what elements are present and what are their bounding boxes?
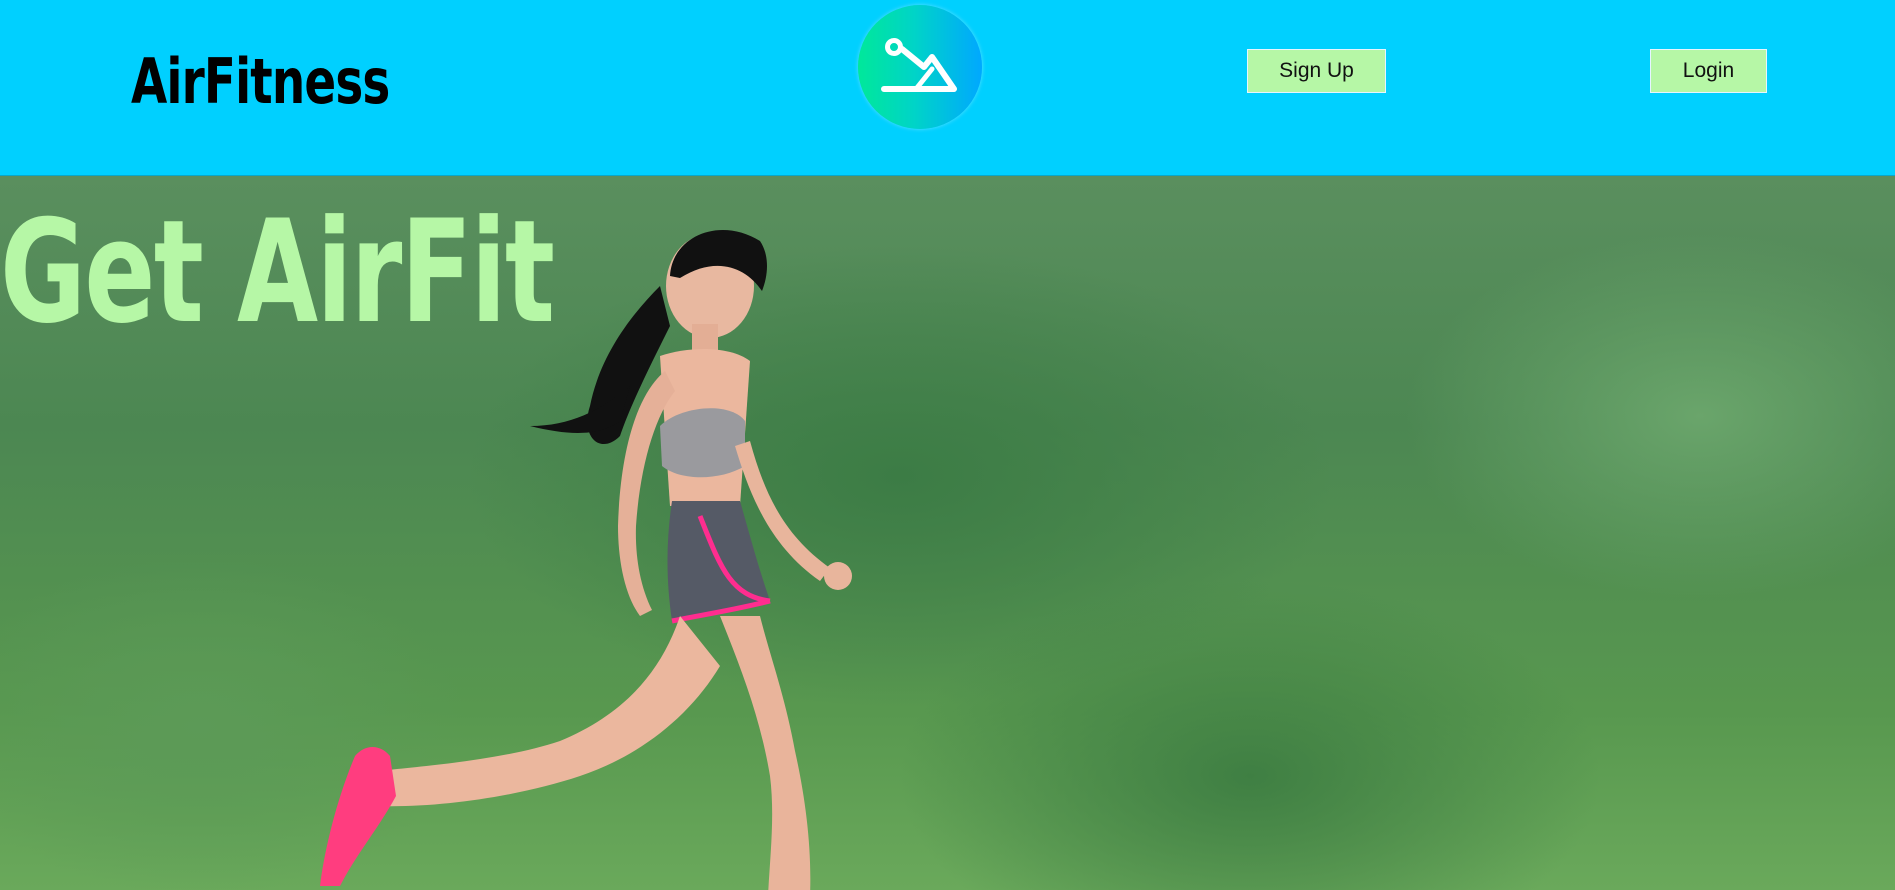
hero-section: Get AirFit bbox=[0, 176, 1895, 890]
top-navbar: AirFitness Sign Up Login bbox=[0, 0, 1895, 176]
login-button[interactable]: Login bbox=[1650, 49, 1767, 93]
fitness-logo-icon[interactable] bbox=[858, 5, 982, 129]
hero-title: Get AirFit bbox=[0, 190, 555, 355]
brand-name[interactable]: AirFitness bbox=[131, 42, 390, 122]
signup-button[interactable]: Sign Up bbox=[1247, 49, 1386, 93]
stretch-figure-icon bbox=[881, 38, 957, 92]
